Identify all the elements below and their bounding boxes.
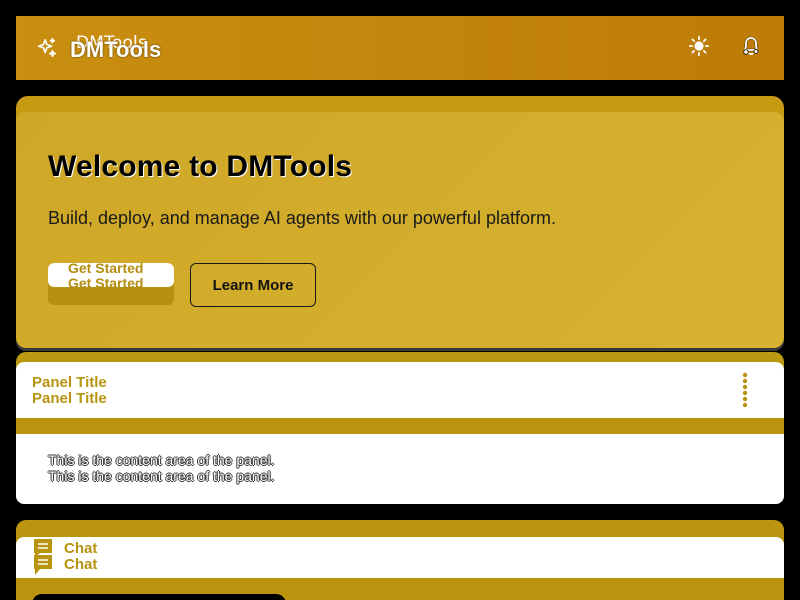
chat-panel: Chat Chat (16, 537, 784, 579)
learn-more-button[interactable]: Learn More (190, 263, 316, 307)
panel-title: Panel Title (32, 390, 107, 407)
sun-icon (688, 35, 710, 62)
sparkle-icon (36, 37, 58, 59)
chat-title-shadow: Chat (64, 540, 98, 557)
panel-divider (16, 418, 784, 434)
theme-toggle-button[interactable] (686, 35, 712, 61)
more-vertical-icon (740, 372, 750, 412)
panel-body: This is the content area of the panel. T… (16, 434, 784, 504)
panel-header: Panel Title Panel Title (16, 362, 784, 418)
app-root: DMTools DMTools Welcome to DMTools Build… (0, 0, 800, 600)
brand-name: DMTools DMTools (64, 33, 184, 63)
hero-subtitle: Build, deploy, and manage AI agents with… (48, 208, 556, 228)
chat-bubble-icon (32, 537, 56, 577)
panel-title-shadow: Panel Title (32, 374, 107, 391)
panel-content: This is the content area of the panel. (48, 468, 275, 484)
panel-content-shadow: This is the content area of the panel. (48, 452, 275, 468)
get-started-label: Get Started (68, 275, 144, 291)
hero-card: Welcome to DMTools Build, deploy, and ma… (16, 112, 784, 348)
notifications-button[interactable] (738, 35, 764, 61)
hero-title: Welcome to DMTools (48, 150, 353, 183)
brand[interactable]: DMTools DMTools (36, 33, 184, 63)
brand-name-text: DMTools (70, 37, 162, 62)
hero-actions: Get Started Get Started Learn More (48, 263, 752, 307)
bell-icon (738, 33, 764, 64)
chat-title: Chat (64, 556, 98, 573)
panel-menu-button[interactable] (740, 372, 750, 408)
header-actions (686, 35, 764, 61)
app-header: DMTools DMTools (16, 16, 784, 80)
get-started-button[interactable]: Get Started Get Started (48, 263, 174, 305)
content-panel: Panel Title Panel Title This is the cont… (16, 362, 784, 504)
chat-input[interactable] (32, 594, 286, 600)
